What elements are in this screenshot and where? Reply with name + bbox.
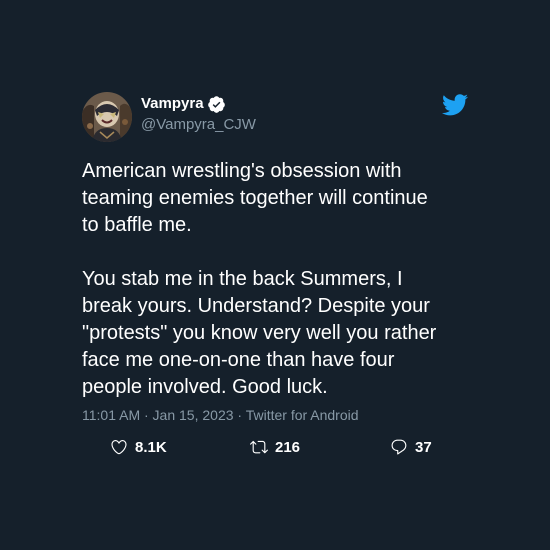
retweet-count: 216 [275,438,301,456]
avatar-image [82,92,132,142]
reply-bubble-icon [391,439,407,455]
tweet-line: You stab me in the back Summers, I [82,268,403,290]
retweet-button[interactable]: 216 [250,437,300,457]
retweet-icon [250,440,268,454]
author-handle[interactable]: @Vampyra_CJW [141,116,256,134]
tweet-text: American wrestling's obsession with team… [82,158,482,401]
tweet-line: face me one-on-one than have four [82,349,395,371]
like-button[interactable]: 8.1K [110,437,167,457]
tweet-line: to baffle me. [82,214,192,236]
tweet-line: "protests" you know very well you rather [82,322,437,344]
tweet-timestamp-source[interactable]: 11:01 AM · Jan 15, 2023 · Twitter for An… [82,407,359,424]
tweet-card: Vampyra @Vampyra_CJW American wrestling'… [0,0,550,550]
tweet-paragraph-2: You stab me in the back Summers, I break… [82,266,482,401]
reply-button[interactable]: 37 [390,437,432,457]
tweet-paragraph-1: American wrestling's obsession with team… [82,158,482,239]
tweet-line: people involved. Good luck. [82,376,328,398]
author-display-name[interactable]: Vampyra [141,95,204,113]
author-avatar[interactable] [82,92,132,142]
tweet-line: American wrestling's obsession with [82,160,402,182]
heart-icon [111,440,127,455]
reply-count: 37 [415,438,432,456]
twitter-bird-icon[interactable] [442,94,468,116]
tweet-line: break yours. Understand? Despite your [82,295,430,317]
verified-badge-icon [208,96,225,113]
tweet-line: teaming enemies together will continue [82,187,428,209]
like-count: 8.1K [135,438,167,456]
